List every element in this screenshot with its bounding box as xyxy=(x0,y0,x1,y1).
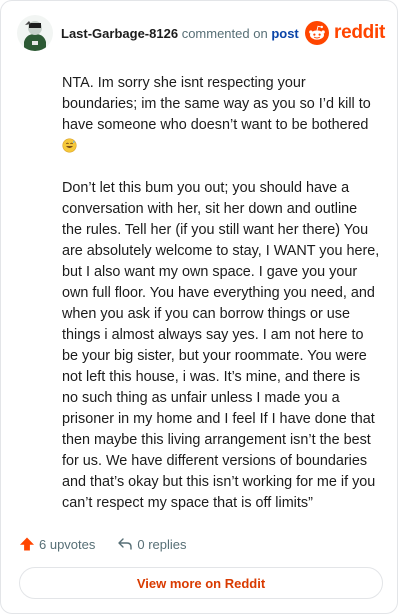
comment-paragraph: Don’t let this bum you out; you should h… xyxy=(62,180,380,511)
reply-count[interactable]: 0 replies xyxy=(117,536,187,552)
grinning-sweat-emoji-icon xyxy=(62,138,77,153)
post-link[interactable]: post xyxy=(271,26,298,41)
upvote-arrow-icon xyxy=(20,537,34,551)
upvote-count[interactable]: 6 upvotes xyxy=(19,536,95,552)
embedded-comment-card: Last-Garbage-8126 commented on post redd… xyxy=(0,0,398,614)
comment-footer: 6 upvotes 0 replies xyxy=(19,534,187,554)
reddit-logo-icon xyxy=(305,21,330,45)
reddit-wordmark: reddit xyxy=(334,22,385,43)
comment-meta: Last-Garbage-8126 commented on post xyxy=(61,26,299,42)
avatar[interactable] xyxy=(17,15,53,51)
comment-body: NTA. Im sorry she isnt respecting your b… xyxy=(62,73,380,514)
replies-label: 0 replies xyxy=(137,536,187,552)
comment-paragraph: NTA. Im sorry she isnt respecting your b… xyxy=(62,73,380,157)
reddit-logo[interactable]: reddit xyxy=(305,20,385,46)
upvotes-label: 6 upvotes xyxy=(39,536,96,552)
comment-paragraph-text: NTA. Im sorry she isnt respecting your b… xyxy=(62,75,371,133)
view-more-button[interactable]: View more on Reddit xyxy=(19,567,383,599)
username[interactable]: Last-Garbage-8126 xyxy=(61,26,178,41)
comment-header: Last-Garbage-8126 commented on post redd… xyxy=(17,15,385,53)
action-text: commented on xyxy=(181,26,268,41)
reply-arrow-icon xyxy=(118,538,133,550)
